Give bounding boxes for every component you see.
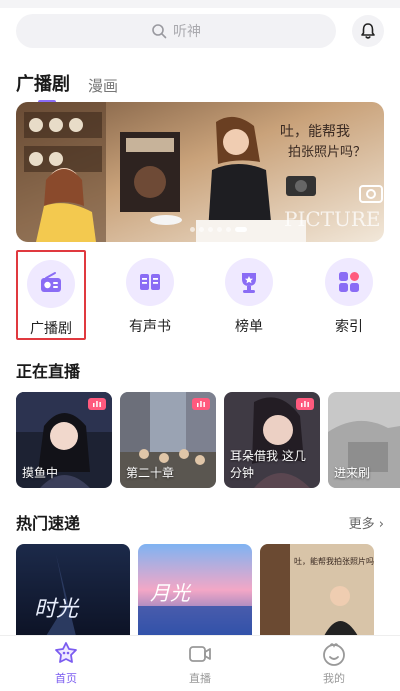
- carousel-dot[interactable]: [226, 227, 231, 232]
- quick-nav: 广播剧 有声书 榜单 索引: [0, 250, 400, 342]
- quick-nav-label: 榜单: [235, 319, 263, 335]
- grid-icon: [325, 258, 373, 306]
- hot-card-cover: 月光: [138, 544, 252, 636]
- tab-comics[interactable]: 漫画: [88, 75, 118, 96]
- live-card-title: 耳朵借我 这几分钟: [230, 449, 306, 480]
- banner-illustration: 吐，能帮我 拍张照片吗？ PICTURE: [16, 102, 384, 242]
- live-card[interactable]: 耳朵借我 这几分钟: [224, 392, 320, 488]
- hot-card-art-text: 吐，能帮我拍张照片吗？: [294, 556, 374, 566]
- quick-nav-radio-drama[interactable]: 广播剧: [16, 250, 86, 340]
- nav-profile[interactable]: 我的: [294, 640, 374, 690]
- banner-carousel[interactable]: 吐，能帮我 拍张照片吗？ PICTURE: [16, 102, 384, 242]
- search-input[interactable]: 听神: [16, 14, 336, 48]
- live-card[interactable]: 第二十章: [120, 392, 216, 488]
- nav-live[interactable]: 直播: [160, 640, 240, 690]
- live-list: 摸鱼中 第二十章 耳朵借我 这几分钟 进来刷: [16, 392, 400, 488]
- live-section-title: 正在直播: [16, 362, 81, 381]
- live-badge-icon: [296, 398, 314, 410]
- live-card-title: 进来刷: [334, 466, 371, 480]
- quick-nav-audiobook[interactable]: 有声书: [115, 250, 185, 340]
- bell-icon: [361, 23, 375, 39]
- carousel-dot[interactable]: [208, 227, 213, 232]
- live-card-title: 摸鱼中: [22, 466, 59, 480]
- live-camera-icon: [189, 646, 211, 662]
- hot-card[interactable]: 时光: [16, 544, 130, 636]
- quick-nav-rankings[interactable]: 榜单: [214, 250, 284, 340]
- hot-section-title: 热门速递: [16, 514, 81, 533]
- profile-icon: [323, 643, 345, 666]
- hot-card[interactable]: 月光: [138, 544, 252, 636]
- hot-card-cover: 吐，能帮我拍张照片吗？: [260, 544, 374, 636]
- more-link[interactable]: 更多 ›: [349, 513, 384, 532]
- banner-caption-line-2: 拍张照片吗？: [288, 145, 366, 160]
- notification-button[interactable]: [352, 15, 384, 47]
- trophy-icon: [225, 258, 273, 306]
- quick-nav-label: 索引: [335, 319, 363, 335]
- nav-home[interactable]: 首页: [26, 640, 106, 690]
- home-icon: [55, 642, 77, 663]
- search-row: 听神: [16, 14, 384, 48]
- nav-label: 首页: [55, 672, 77, 685]
- hot-list: 时光 月光 吐，能帮我拍张照片吗？: [16, 544, 400, 636]
- radio-icon: [27, 260, 75, 308]
- banner-picture-word: PICTURE: [284, 207, 381, 231]
- carousel-dots: [190, 227, 247, 232]
- category-tabs: 广播剧 漫画: [16, 62, 136, 104]
- hot-card[interactable]: 吐，能帮我拍张照片吗？: [260, 544, 374, 636]
- carousel-dot[interactable]: [217, 227, 222, 232]
- search-icon: [152, 24, 167, 39]
- quick-nav-label: 有声书: [129, 319, 171, 335]
- search-placeholder: 听神: [173, 24, 201, 40]
- tab-label: 广播剧: [16, 74, 70, 95]
- tab-label: 漫画: [88, 77, 119, 95]
- nav-label: 我的: [323, 672, 345, 685]
- live-card-title: 第二十章: [126, 466, 175, 480]
- quick-nav-label: 广播剧: [30, 321, 72, 337]
- hot-card-art-text: 月光: [150, 581, 192, 605]
- live-card[interactable]: 进来刷: [328, 392, 400, 488]
- tab-radio-drama[interactable]: 广播剧: [16, 70, 70, 104]
- carousel-dot[interactable]: [199, 227, 204, 232]
- carousel-dot-active[interactable]: [235, 227, 247, 232]
- live-badge-icon: [88, 398, 106, 410]
- carousel-dot[interactable]: [190, 227, 195, 232]
- banner-caption-line-1: 吐，能帮我: [280, 124, 350, 140]
- live-badge-icon: [192, 398, 210, 410]
- bottom-nav: 首页 直播 我的: [0, 635, 400, 691]
- book-icon: [126, 258, 174, 306]
- nav-label: 直播: [189, 672, 211, 685]
- live-card[interactable]: 摸鱼中: [16, 392, 112, 488]
- more-label: 更多: [348, 517, 375, 532]
- hot-card-cover: 时光: [16, 544, 130, 636]
- chevron-right-icon: ›: [378, 517, 384, 532]
- status-bar: [0, 0, 400, 8]
- quick-nav-index[interactable]: 索引: [314, 250, 384, 340]
- hot-card-art-text: 时光: [34, 597, 80, 622]
